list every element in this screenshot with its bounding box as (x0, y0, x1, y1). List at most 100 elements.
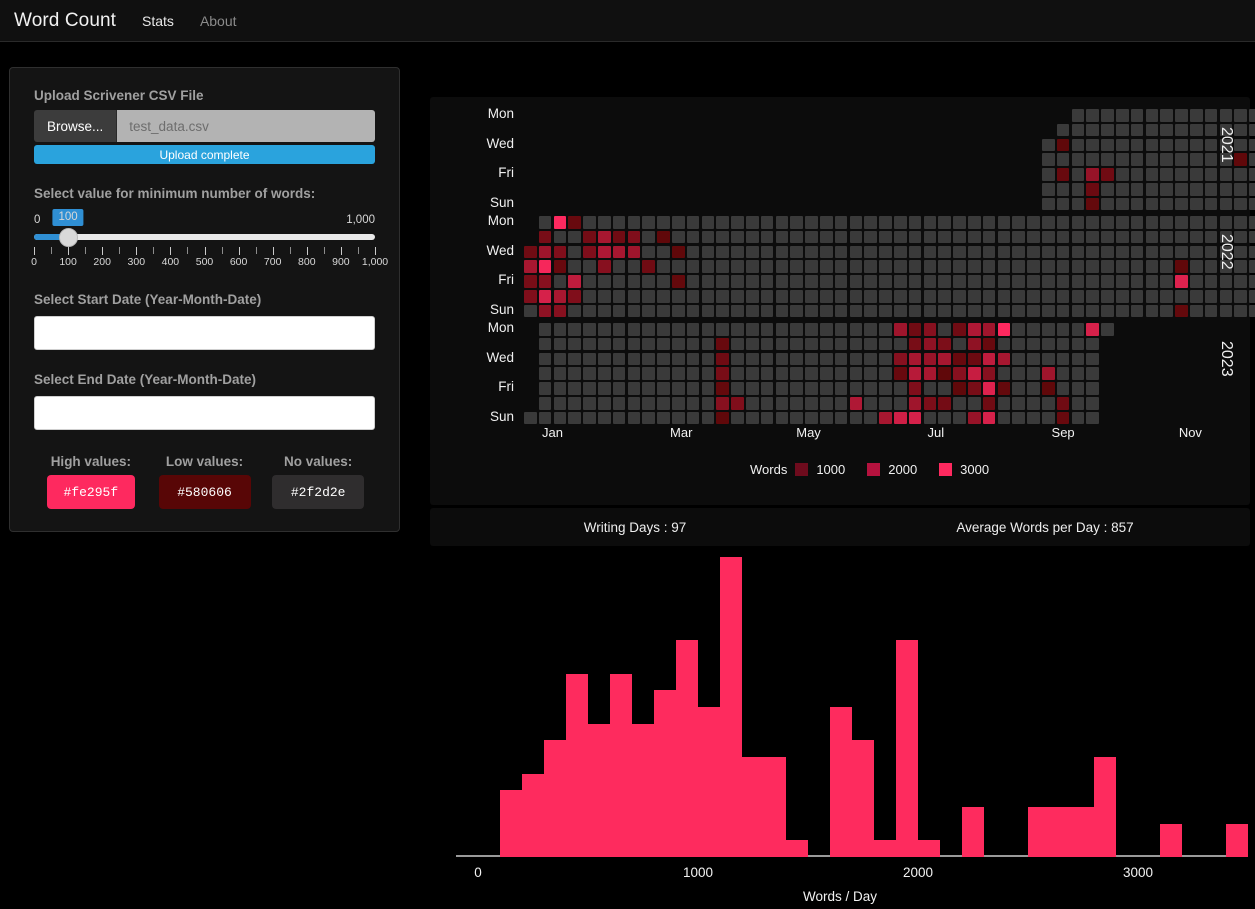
heatmap-cell[interactable] (701, 411, 715, 425)
heatmap-cell[interactable] (1175, 138, 1188, 152)
heatmap-cell[interactable] (1012, 382, 1025, 395)
heatmap-cell[interactable] (1056, 245, 1070, 259)
heatmap-cell[interactable] (834, 352, 848, 366)
heatmap-cell[interactable] (1086, 411, 1099, 425)
heatmap-cell[interactable] (1071, 382, 1085, 395)
heatmap-cell[interactable] (568, 216, 581, 229)
heatmap-cell[interactable] (805, 382, 818, 395)
heatmap-cell[interactable] (672, 245, 685, 259)
heatmap-cell[interactable] (612, 352, 626, 366)
heatmap-cell[interactable] (568, 275, 581, 288)
heatmap-cell[interactable] (864, 216, 877, 229)
heatmap-cell[interactable] (1116, 275, 1129, 288)
heatmap-cell[interactable] (731, 290, 744, 303)
heatmap-cell[interactable] (849, 230, 863, 244)
histogram-bar[interactable] (1160, 823, 1182, 857)
heatmap-cell[interactable] (1175, 109, 1188, 122)
heatmap-cell[interactable] (1012, 290, 1025, 303)
heatmap-cell[interactable] (849, 337, 863, 351)
heatmap-cell[interactable] (598, 337, 611, 351)
heatmap-cell[interactable] (1219, 183, 1233, 196)
heatmap-cell[interactable] (775, 275, 789, 288)
heatmap-cell[interactable] (716, 397, 729, 410)
heatmap-cell[interactable] (538, 382, 552, 395)
histogram-bar[interactable] (610, 673, 632, 857)
heatmap-cell[interactable] (553, 397, 567, 410)
heatmap-cell[interactable] (790, 304, 803, 318)
heatmap-cell[interactable] (834, 382, 848, 395)
heatmap-cell[interactable] (864, 337, 877, 351)
heatmap-cell[interactable] (1234, 216, 1247, 229)
heatmap-cell[interactable] (894, 260, 907, 273)
heatmap-cell[interactable] (1234, 245, 1247, 259)
heatmap-cell[interactable] (1130, 304, 1144, 318)
heatmap-cell[interactable] (1027, 275, 1040, 288)
heatmap-cell[interactable] (968, 411, 981, 425)
heatmap-cell[interactable] (834, 245, 848, 259)
heatmap-cell[interactable] (1190, 183, 1203, 196)
heatmap-cell[interactable] (1116, 168, 1129, 181)
heatmap-cell[interactable] (1160, 245, 1173, 259)
heatmap-cell[interactable] (775, 245, 789, 259)
heatmap-cell[interactable] (538, 260, 552, 273)
heatmap-cell[interactable] (894, 352, 907, 366)
heatmap-cell[interactable] (820, 245, 833, 259)
heatmap-cell[interactable] (805, 304, 818, 318)
heatmap-cell[interactable] (775, 304, 789, 318)
heatmap-cell[interactable] (627, 382, 641, 395)
heatmap-cell[interactable] (1249, 123, 1255, 137)
heatmap-cell[interactable] (997, 216, 1011, 229)
heatmap-cell[interactable] (1086, 260, 1099, 273)
heatmap-cell[interactable] (538, 323, 552, 336)
heatmap-cell[interactable] (627, 290, 641, 303)
heatmap-cell[interactable] (1042, 382, 1055, 395)
heatmap-cell[interactable] (731, 230, 744, 244)
heatmap-cell[interactable] (701, 216, 715, 229)
heatmap-cell[interactable] (1219, 290, 1233, 303)
heatmap-cell[interactable] (1012, 337, 1025, 351)
heatmap-cell[interactable] (938, 367, 951, 380)
heatmap-cell[interactable] (1086, 382, 1099, 395)
heatmap-cell[interactable] (642, 304, 655, 318)
heatmap-cell[interactable] (1042, 197, 1055, 211)
heatmap-cell[interactable] (953, 382, 966, 395)
heatmap-cell[interactable] (908, 323, 922, 336)
heatmap-cell[interactable] (1071, 323, 1085, 336)
heatmap-cell[interactable] (1130, 123, 1144, 137)
heatmap-cell[interactable] (1071, 230, 1085, 244)
heatmap-cell[interactable] (642, 260, 655, 273)
heatmap-cell[interactable] (1234, 183, 1247, 196)
heatmap-cell[interactable] (701, 260, 715, 273)
heatmap-cell[interactable] (672, 230, 685, 244)
heatmap-cell[interactable] (612, 382, 626, 395)
heatmap-cell[interactable] (997, 260, 1011, 273)
heatmap-cell[interactable] (657, 337, 670, 351)
heatmap-cell[interactable] (805, 216, 818, 229)
heatmap-cell[interactable] (1071, 123, 1085, 137)
heatmap-cell[interactable] (820, 290, 833, 303)
heatmap-cell[interactable] (1190, 168, 1203, 181)
heatmap-cell[interactable] (1056, 216, 1070, 229)
heatmap-cell[interactable] (1130, 138, 1144, 152)
heatmap-cell[interactable] (760, 352, 774, 366)
heatmap-cell[interactable] (598, 367, 611, 380)
heatmap-cell[interactable] (583, 275, 596, 288)
heatmap-cell[interactable] (1145, 138, 1159, 152)
heatmap-cell[interactable] (731, 352, 744, 366)
heatmap-cell[interactable] (908, 411, 922, 425)
heatmap-cell[interactable] (1190, 123, 1203, 137)
heatmap-cell[interactable] (657, 397, 670, 410)
heatmap-cell[interactable] (731, 245, 744, 259)
heatmap-cell[interactable] (790, 216, 803, 229)
heatmap-cell[interactable] (1042, 323, 1055, 336)
heatmap-cell[interactable] (982, 337, 996, 351)
heatmap-cell[interactable] (894, 337, 907, 351)
heatmap-cell[interactable] (1160, 109, 1173, 122)
heatmap-cell[interactable] (1130, 153, 1144, 166)
heatmap-cell[interactable] (1160, 138, 1173, 152)
heatmap-cell[interactable] (1160, 197, 1173, 211)
heatmap-cell[interactable] (997, 323, 1011, 336)
heatmap-cell[interactable] (1175, 230, 1188, 244)
heatmap-cell[interactable] (879, 275, 892, 288)
heatmap-cell[interactable] (953, 260, 966, 273)
